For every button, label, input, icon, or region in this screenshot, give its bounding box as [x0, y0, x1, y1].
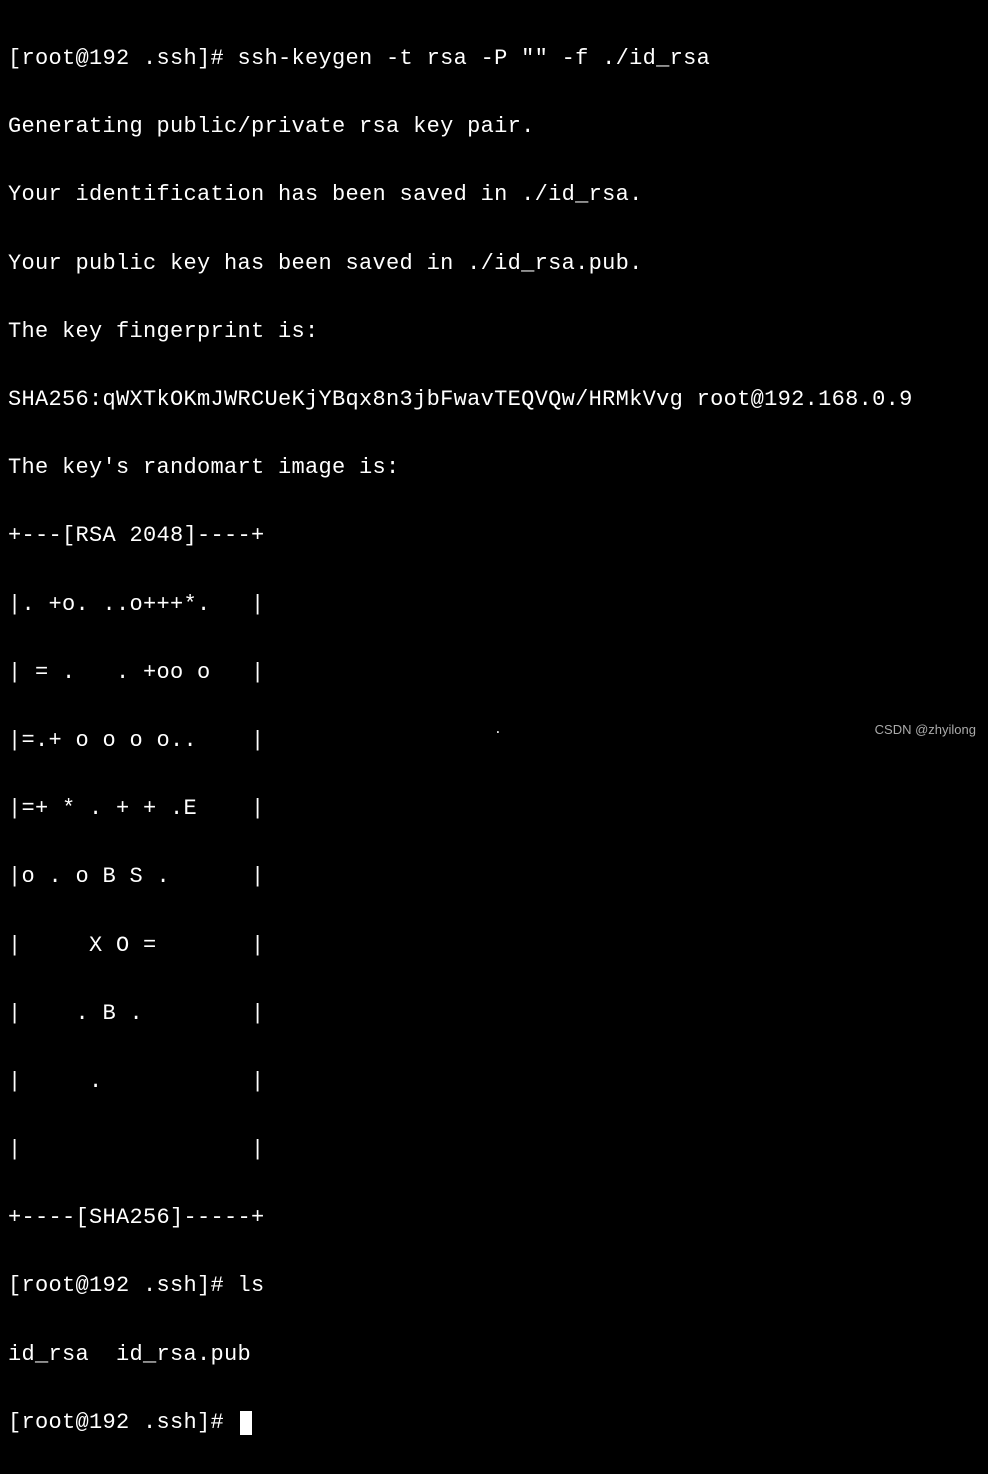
terminal-line: Your identification has been saved in ./… [8, 178, 980, 212]
terminal-line: id_rsa id_rsa.pub [8, 1338, 980, 1372]
terminal-line: [root@192 .ssh]# ls [8, 1269, 980, 1303]
terminal-line: +---[RSA 2048]----+ [8, 519, 980, 553]
terminal-line: [root@192 .ssh]# ssh-keygen -t rsa -P ""… [8, 42, 980, 76]
terminal-prompt: [root@192 .ssh]# [8, 1410, 238, 1435]
terminal-prompt-line[interactable]: [root@192 .ssh]# [8, 1406, 980, 1440]
terminal-output[interactable]: [root@192 .ssh]# ssh-keygen -t rsa -P ""… [8, 8, 980, 1474]
terminal-line: SHA256:qWXTkOKmJWRCUeKjYBqx8n3jbFwavTEQV… [8, 383, 980, 417]
terminal-line: The key fingerprint is: [8, 315, 980, 349]
terminal-line: | = . . +oo o | [8, 656, 980, 690]
terminal-line: Your public key has been saved in ./id_r… [8, 247, 980, 281]
terminal-line: | X O = | [8, 929, 980, 963]
terminal-line: | . B . | [8, 997, 980, 1031]
terminal-line: | | [8, 1133, 980, 1167]
center-dot: . [494, 720, 502, 740]
terminal-line: +----[SHA256]-----+ [8, 1201, 980, 1235]
cursor-icon [240, 1411, 252, 1435]
watermark-text: CSDN @zhyilong [875, 720, 976, 740]
terminal-line: |=+ * . + + .E | [8, 792, 980, 826]
terminal-line: |o . o B S . | [8, 860, 980, 894]
terminal-line: Generating public/private rsa key pair. [8, 110, 980, 144]
terminal-line: |. +o. ..o+++*. | [8, 588, 980, 622]
terminal-line: | . | [8, 1065, 980, 1099]
terminal-line: The key's randomart image is: [8, 451, 980, 485]
